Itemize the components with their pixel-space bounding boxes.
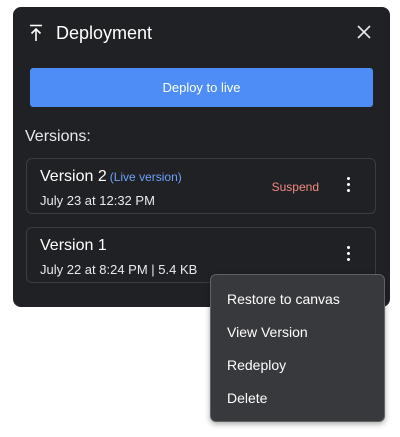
more-vertical-icon[interactable] bbox=[345, 177, 351, 197]
menu-item-view-version[interactable]: View Version bbox=[227, 324, 308, 340]
live-version-badge: (Live version) bbox=[109, 170, 182, 184]
versions-heading: Versions: bbox=[25, 128, 91, 145]
version-date: July 22 at 8:24 PM | 5.4 KB bbox=[40, 262, 198, 277]
menu-item-restore-to-canvas[interactable]: Restore to canvas bbox=[227, 291, 340, 307]
version-context-menu: Restore to canvas View Version Redeploy … bbox=[210, 274, 385, 422]
menu-item-delete[interactable]: Delete bbox=[227, 390, 267, 406]
suspend-button[interactable]: Suspend bbox=[272, 180, 319, 194]
upload-icon bbox=[30, 24, 42, 41]
version-date: July 23 at 12:32 PM bbox=[40, 193, 155, 208]
menu-item-redeploy[interactable]: Redeploy bbox=[227, 357, 286, 373]
version-card-2: Version 2 (Live version) July 23 at 12:32… bbox=[26, 158, 376, 214]
deployment-panel: Deployment Deploy to live Versions: Vers… bbox=[13, 7, 390, 307]
version-name: Version 1 bbox=[40, 237, 107, 254]
version-name: Version 2 (Live version) bbox=[40, 168, 182, 185]
deploy-to-live-button[interactable]: Deploy to live bbox=[30, 68, 373, 107]
more-vertical-icon[interactable] bbox=[345, 246, 351, 266]
panel-title: Deployment bbox=[56, 23, 153, 43]
close-icon[interactable] bbox=[357, 25, 371, 39]
panel-header: Deployment bbox=[13, 7, 390, 59]
